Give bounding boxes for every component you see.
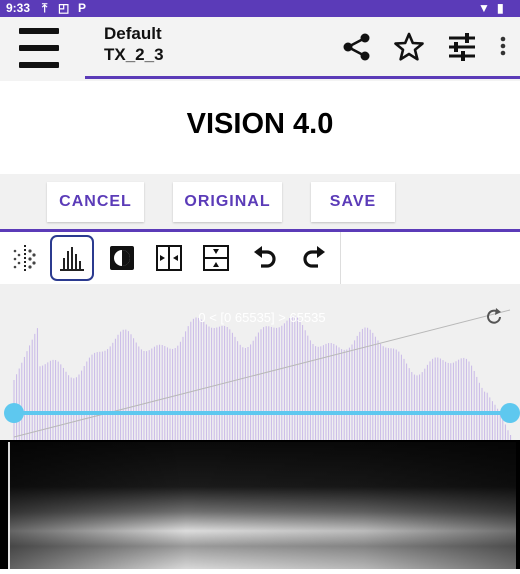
level-max-handle[interactable] <box>500 403 520 423</box>
dither-icon[interactable] <box>3 235 47 281</box>
level-slider-track[interactable] <box>14 411 511 415</box>
histogram-range-text: 0 < [0 65535] > 65535 <box>198 310 325 325</box>
status-bar: 9:33 ⤒ ◰ P ▼ ▮ <box>0 0 520 17</box>
save-button[interactable]: SAVE <box>311 182 395 222</box>
star-icon[interactable] <box>393 31 425 63</box>
action-button-row: CANCEL ORIGINAL SAVE <box>0 174 520 232</box>
page-heading: VISION 4.0 <box>186 108 334 140</box>
battery-icon: ▮ <box>497 1 504 15</box>
menu-icon[interactable] <box>19 28 59 70</box>
share-icon[interactable] <box>341 31 373 63</box>
cancel-button[interactable]: CANCEL <box>47 182 144 222</box>
tune-icon[interactable] <box>446 31 478 63</box>
parking-icon: P <box>78 1 87 15</box>
compress-horizontal-icon[interactable] <box>147 235 191 281</box>
original-button[interactable]: ORIGINAL <box>173 182 282 222</box>
undo-icon[interactable] <box>243 235 287 281</box>
histogram-icon[interactable] <box>50 235 94 281</box>
status-time: 9:33 <box>6 1 31 15</box>
wifi-icon: ▼ <box>478 1 490 15</box>
upload-icon: ⤒ <box>42 1 48 15</box>
histogram-panel[interactable]: 0 < [0 65535] > 65535 <box>0 284 520 440</box>
app-bar-titles: Default TX_2_3 <box>104 23 164 65</box>
xray-image <box>0 440 520 569</box>
app-bar-underline <box>85 76 520 79</box>
cast-icon: ◰ <box>58 1 70 15</box>
app-title: Default <box>104 24 162 43</box>
level-min-handle[interactable] <box>4 403 24 423</box>
more-vert-icon[interactable] <box>493 31 513 63</box>
histogram-chart: 0 < [0 65535] > 65535 <box>4 308 520 440</box>
redo-icon[interactable] <box>292 235 336 281</box>
contrast-icon[interactable] <box>100 235 144 281</box>
image-preview[interactable] <box>0 440 520 569</box>
tool-row <box>0 232 520 284</box>
app-subtitle: TX_2_3 <box>104 45 164 64</box>
app-bar: Default TX_2_3 <box>0 17 520 81</box>
compress-vertical-icon[interactable] <box>194 235 238 281</box>
